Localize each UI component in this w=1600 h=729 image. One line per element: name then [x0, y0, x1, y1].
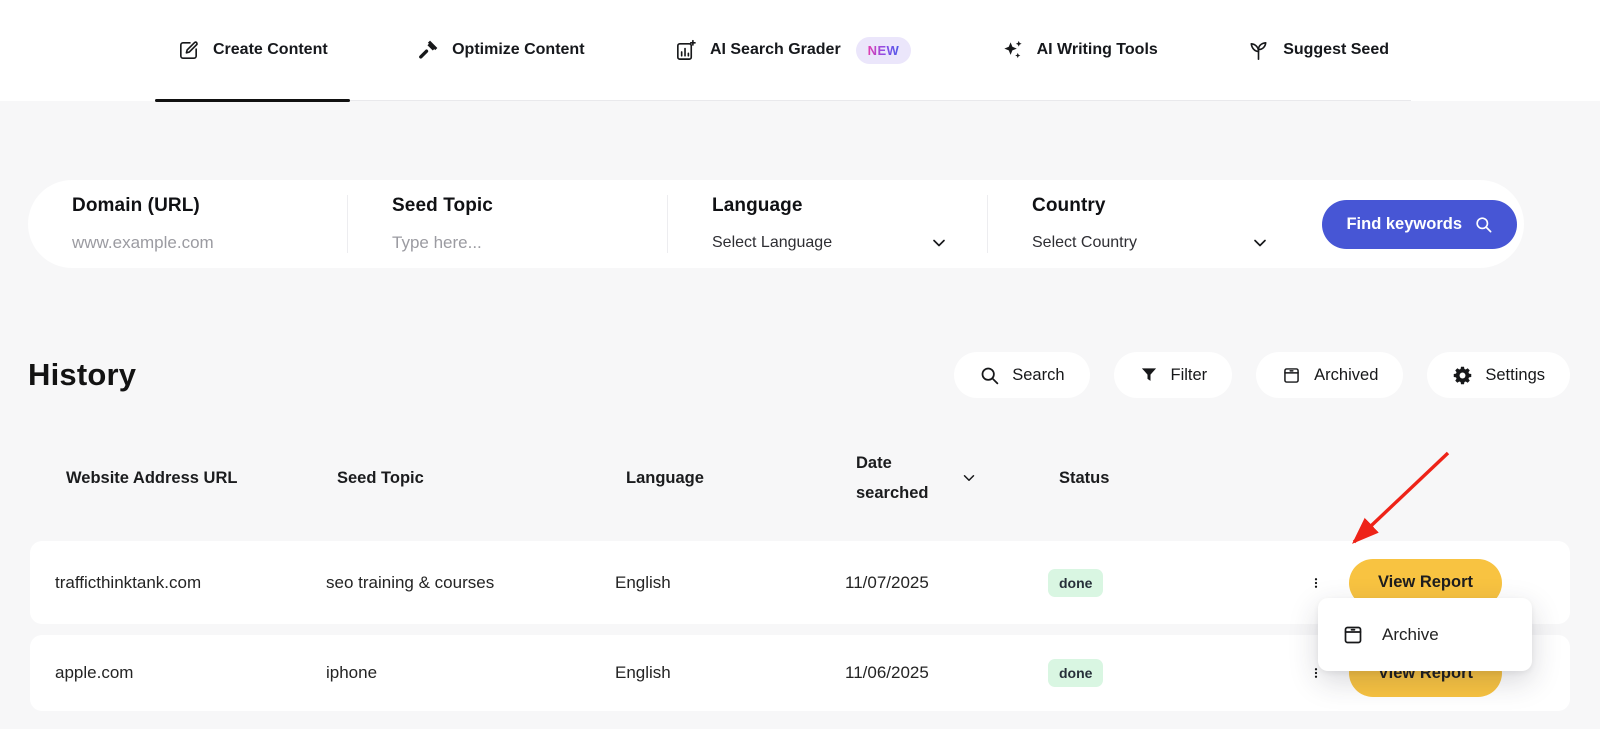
cell-language: English	[615, 573, 845, 593]
hammer-icon	[417, 39, 439, 61]
tab-optimize-content[interactable]: Optimize Content	[395, 0, 606, 100]
status-badge: done	[1048, 659, 1103, 687]
bar-chart-icon	[674, 39, 697, 62]
table-header-row: Website Address URL Seed Topic Language …	[30, 442, 1570, 514]
tab-ai-search-grader[interactable]: AI Search Grader NEW	[652, 0, 933, 100]
status-badge: done	[1048, 569, 1103, 597]
find-keywords-label: Find keywords	[1346, 215, 1462, 234]
search-icon	[979, 365, 1000, 386]
tab-label: Optimize Content	[452, 41, 584, 59]
archived-button[interactable]: Archived	[1256, 352, 1403, 398]
cell-website-url: apple.com	[55, 663, 326, 683]
tab-label: AI Search Grader	[710, 41, 841, 59]
cell-website-url: trafficthinktank.com	[55, 573, 326, 593]
top-nav: Create Content Optimize Content AI Searc…	[0, 0, 1600, 101]
column-header-language: Language	[626, 469, 856, 488]
archive-icon	[1281, 365, 1302, 386]
language-select-value: Select Language	[712, 234, 832, 252]
chevron-down-icon	[1250, 233, 1270, 253]
domain-field: Domain (URL)	[28, 195, 348, 253]
search-button[interactable]: Search	[954, 352, 1089, 398]
seedling-icon	[1247, 39, 1270, 62]
tab-label: Create Content	[213, 41, 328, 59]
language-label: Language	[712, 195, 987, 217]
context-menu-item-archive[interactable]: Archive	[1382, 625, 1439, 645]
search-button-label: Search	[1012, 366, 1064, 385]
column-header-seed-topic: Seed Topic	[337, 469, 626, 488]
edit-icon	[177, 39, 200, 62]
history-header: History Search Filter Archived Settings	[28, 352, 1570, 398]
filter-button-label: Filter	[1171, 366, 1208, 385]
language-field: Language Select Language	[668, 195, 988, 253]
cell-seed-topic: seo training & courses	[326, 573, 615, 593]
tab-label: AI Writing Tools	[1037, 41, 1158, 59]
column-header-website-url: Website Address URL	[66, 463, 337, 493]
tab-ai-writing-tools[interactable]: AI Writing Tools	[979, 0, 1180, 100]
sort-chevron-down-icon	[960, 469, 1050, 487]
tab-label: Suggest Seed	[1283, 41, 1389, 59]
country-field: Country Select Country	[988, 195, 1308, 253]
new-badge: NEW	[856, 37, 912, 64]
tab-suggest-seed[interactable]: Suggest Seed	[1225, 0, 1411, 100]
seed-topic-input[interactable]	[392, 233, 634, 253]
search-icon	[1474, 215, 1493, 234]
archive-icon	[1341, 623, 1365, 647]
find-keywords-button[interactable]: Find keywords	[1322, 200, 1517, 249]
domain-label: Domain (URL)	[72, 195, 347, 217]
keyword-search-form: Domain (URL) Seed Topic Language Select …	[28, 180, 1524, 268]
column-header-date-searched[interactable]: Date searched	[856, 448, 1059, 508]
cell-status: done	[1048, 569, 1248, 597]
filter-button[interactable]: Filter	[1114, 352, 1233, 398]
row-menu-kebab-icon[interactable]	[1303, 568, 1329, 598]
country-label: Country	[1032, 195, 1308, 217]
cell-date-searched: 11/06/2025	[845, 663, 1048, 683]
cell-seed-topic: iphone	[326, 663, 615, 683]
filter-icon	[1139, 365, 1159, 385]
cell-status: done	[1048, 659, 1248, 687]
domain-input[interactable]	[72, 233, 314, 253]
history-toolbar: Search Filter Archived Settings	[954, 352, 1570, 398]
tab-bar: Create Content Optimize Content AI Searc…	[155, 0, 1411, 101]
tab-create-content[interactable]: Create Content	[155, 0, 350, 100]
country-select[interactable]: Select Country	[1032, 233, 1308, 253]
gear-icon	[1452, 365, 1473, 386]
column-header-status: Status	[1059, 469, 1259, 488]
sparkles-icon	[1001, 39, 1024, 62]
page-title: History	[28, 357, 136, 393]
archived-button-label: Archived	[1314, 366, 1378, 385]
settings-button-label: Settings	[1485, 366, 1545, 385]
seed-topic-label: Seed Topic	[392, 195, 667, 217]
cell-date-searched: 11/07/2025	[845, 573, 1048, 593]
cell-language: English	[615, 663, 845, 683]
chevron-down-icon	[929, 233, 949, 253]
language-select[interactable]: Select Language	[712, 233, 987, 253]
settings-button[interactable]: Settings	[1427, 352, 1570, 398]
row-context-menu: Archive	[1318, 598, 1532, 671]
seed-topic-field: Seed Topic	[348, 195, 668, 253]
country-select-value: Select Country	[1032, 234, 1137, 252]
